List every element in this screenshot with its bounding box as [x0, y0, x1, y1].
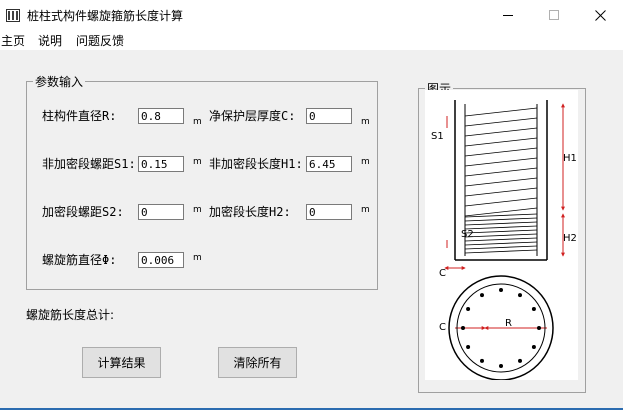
app-window: 桩柱式构件螺旋箍筋长度计算 主页 说明 问题反馈 参数输入 柱构件直径R: m … — [0, 0, 623, 410]
spiral-line — [464, 237, 538, 242]
menu-home[interactable]: 主页 — [1, 32, 25, 49]
rebar-dot — [499, 288, 503, 292]
window-title: 桩柱式构件螺旋箍筋长度计算 — [27, 9, 184, 23]
spiral-line — [464, 229, 538, 234]
spiral-line — [464, 187, 538, 197]
spiral-line — [464, 233, 538, 238]
length-h1-label: 非加密段长度H1: — [209, 157, 303, 171]
length-h2-label: 加密段长度H2: — [209, 205, 291, 219]
dimension-marks — [444, 103, 565, 330]
diameter-input[interactable] — [138, 108, 184, 124]
title-bar: 桩柱式构件螺旋箍筋长度计算 — [0, 0, 623, 30]
rebar-dot — [518, 293, 522, 298]
spiral-line — [464, 217, 538, 222]
spiral-line — [464, 107, 538, 117]
cover-unit: m — [361, 117, 370, 127]
rebar-dot — [518, 358, 522, 363]
close-icon — [594, 9, 606, 21]
cover-input[interactable] — [306, 108, 352, 124]
rebar-dot — [531, 307, 536, 311]
rebar-dot — [466, 345, 471, 349]
spiral-lines — [464, 107, 538, 254]
diagram-image: S1 H1 S2 H2 C C R — [425, 90, 578, 381]
spiral-line — [464, 157, 538, 167]
calculate-button[interactable]: 计算结果 — [82, 347, 161, 378]
clear-button[interactable]: 清除所有 — [218, 347, 297, 378]
pitch-s2-label: 加密段螺距S2: — [42, 205, 124, 219]
cover-label: 净保护层厚度C: — [209, 109, 296, 123]
spiral-line — [464, 147, 538, 157]
minimize-button[interactable] — [485, 0, 531, 30]
pitch-s1-label: 非加密段螺距S1: — [42, 157, 136, 171]
length-h1-unit: m — [361, 157, 370, 167]
rebar-dot — [466, 307, 471, 311]
spiral-line — [464, 127, 538, 137]
spiral-line — [464, 117, 538, 127]
spiral-line — [464, 249, 538, 254]
params-legend: 参数输入 — [35, 75, 84, 89]
maximize-icon — [548, 9, 559, 20]
spiral-line — [464, 225, 538, 230]
c-label-elevation: C — [439, 268, 446, 279]
spiral-line — [464, 167, 538, 177]
rebar-diameter-unit: m — [193, 253, 202, 263]
total-length-label: 螺旋筋长度总计: — [26, 308, 115, 322]
app-building-icon — [6, 9, 20, 22]
spiral-line — [464, 221, 538, 226]
h1-label: H1 — [563, 153, 577, 164]
spiral-line — [464, 177, 538, 187]
length-h2-unit: m — [361, 205, 370, 215]
r-label: R — [505, 318, 512, 329]
rebar-dot — [531, 345, 536, 349]
length-h1-input[interactable] — [306, 156, 352, 172]
rebar-dot — [480, 293, 484, 298]
rebar-diameter-label: 螺旋筋直径Φ: — [42, 253, 117, 267]
menu-help[interactable]: 说明 — [38, 32, 62, 49]
rebar-diameter-input[interactable] — [138, 252, 184, 268]
rebar-dot — [480, 358, 484, 363]
diameter-label: 柱构件直径R: — [42, 109, 117, 123]
s1-label: S1 — [431, 131, 444, 142]
minimize-icon — [502, 14, 513, 16]
pitch-s1-input[interactable] — [138, 156, 184, 172]
menu-feedback[interactable]: 问题反馈 — [76, 32, 124, 49]
s2-label: S2 — [461, 229, 474, 240]
spiral-line — [464, 137, 538, 147]
spiral-line — [464, 197, 538, 207]
rebar-dot — [461, 326, 465, 330]
pitch-s1-unit: m — [193, 157, 202, 167]
spiral-line — [464, 241, 538, 246]
spiral-line — [464, 245, 538, 250]
diameter-unit: m — [193, 117, 202, 127]
spiral-reinforcement-diagram: S1 H1 S2 H2 C C R — [431, 100, 577, 381]
rebar-dot — [499, 364, 503, 368]
rebar-dot — [537, 326, 541, 330]
close-button[interactable] — [577, 0, 623, 30]
length-h2-input[interactable] — [306, 204, 352, 220]
pitch-s2-input[interactable] — [138, 204, 184, 220]
maximize-button[interactable] — [531, 0, 577, 30]
c-label-section: C — [439, 322, 446, 333]
h2-label: H2 — [563, 233, 577, 244]
pitch-s2-unit: m — [193, 205, 202, 215]
menu-bar: 主页 说明 问题反馈 — [0, 30, 623, 50]
